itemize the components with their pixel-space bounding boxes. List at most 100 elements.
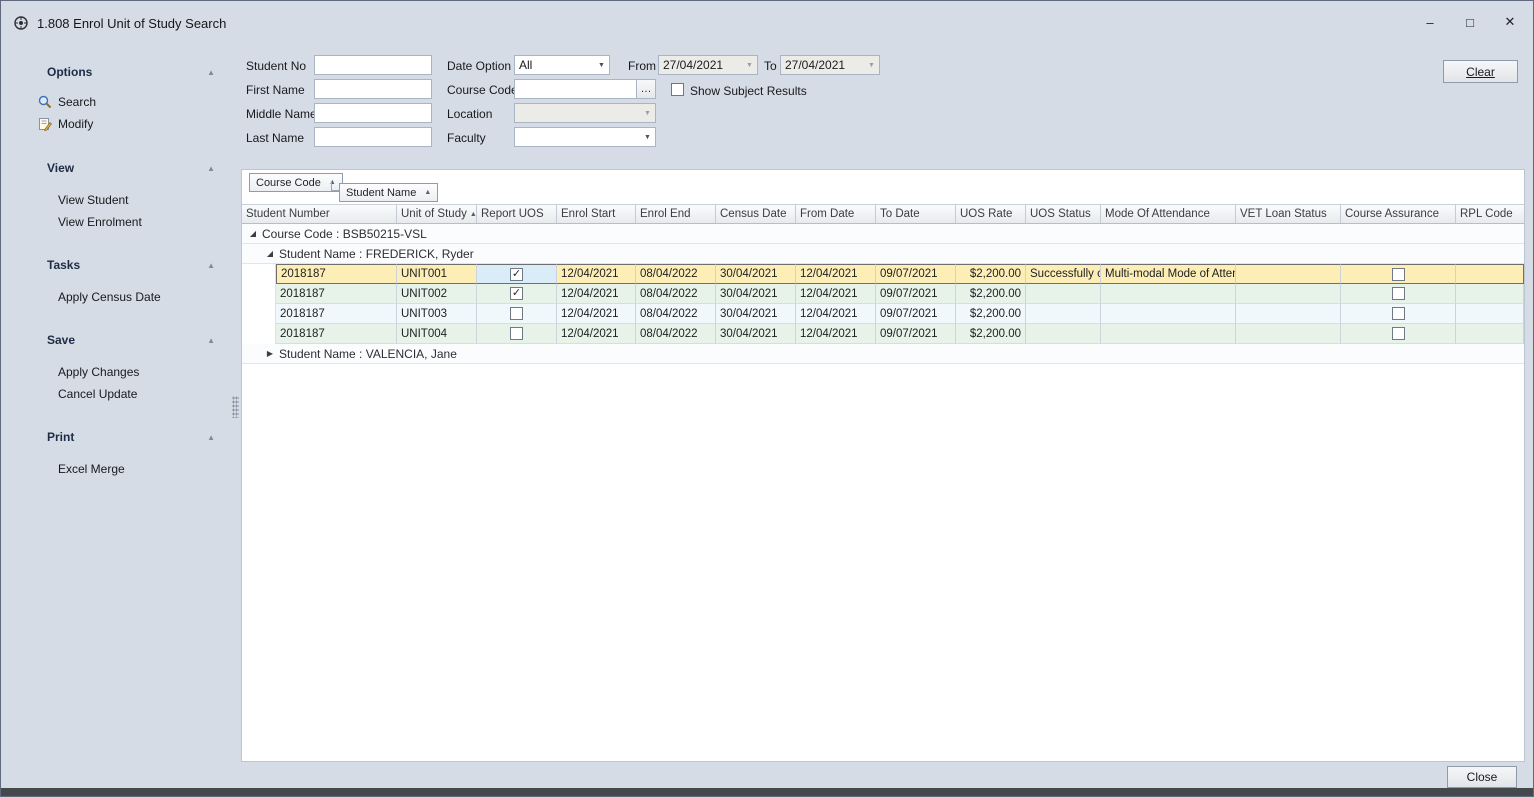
cell-enrol-start: 12/04/2021 — [557, 324, 636, 344]
maximize-button[interactable]: □ — [1459, 11, 1481, 33]
sidebar-item-excel-merge[interactable]: Excel Merge — [58, 460, 125, 478]
group-chip-student-name[interactable]: Student Name ▲ — [339, 183, 438, 202]
column-header-from-date[interactable]: From Date — [796, 205, 876, 223]
search-icon — [37, 94, 53, 110]
group-chip-course-code[interactable]: Course Code ▲ — [249, 173, 343, 192]
column-header-rpl-code[interactable]: RPL Code — [1456, 205, 1524, 223]
sidebar-item-view-student[interactable]: View Student — [58, 191, 129, 209]
collapse-icon[interactable]: ▲ — [207, 336, 215, 345]
group-row-label: Student Name : VALENCIA, Jane — [279, 347, 457, 361]
column-header-vet-loan-status[interactable]: VET Loan Status — [1236, 205, 1341, 223]
date-option-select[interactable]: All ▼ — [514, 55, 610, 75]
first-name-input[interactable] — [314, 79, 432, 99]
last-name-input[interactable] — [314, 127, 432, 147]
table-row[interactable]: 2018187UNIT00312/04/202108/04/202230/04/… — [242, 304, 1524, 324]
sidebar-item-cancel-update[interactable]: Cancel Update — [58, 385, 137, 403]
column-header-course-assurance[interactable]: Course Assurance — [1341, 205, 1456, 223]
sidebar-item-apply-census-date[interactable]: Apply Census Date — [58, 288, 161, 306]
report-uos-checkbox[interactable]: ✓ — [510, 268, 523, 281]
section-header-print[interactable]: Print ▲ — [47, 428, 215, 446]
cell-student-number: 2018187 — [276, 324, 397, 344]
cell-report-uos: ✓ — [477, 284, 557, 304]
column-header-uos-rate[interactable]: UOS Rate — [956, 205, 1026, 223]
group-indent — [242, 353, 264, 354]
cell-unit-of-study: UNIT004 — [397, 324, 477, 344]
course-code-lookup-button[interactable]: … — [636, 80, 655, 98]
group-row[interactable]: ◢Course Code : BSB50215-VSL — [242, 224, 1524, 244]
collapsed-icon[interactable]: ▶ — [264, 349, 276, 358]
group-by-area: Course Code ▲ Student Name ▲ — [242, 170, 1524, 204]
section-header-options[interactable]: Options ▲ — [47, 63, 215, 81]
column-header-uos-status[interactable]: UOS Status — [1026, 205, 1101, 223]
collapse-icon[interactable]: ▲ — [207, 261, 215, 270]
column-header-enrol-end[interactable]: Enrol End — [636, 205, 716, 223]
student-no-label: Student No — [246, 59, 306, 75]
column-header-label: Enrol Start — [561, 208, 615, 220]
collapse-icon[interactable]: ▲ — [207, 164, 215, 173]
column-header-enrol-start[interactable]: Enrol Start — [557, 205, 636, 223]
section-header-tasks[interactable]: Tasks ▲ — [47, 256, 215, 274]
close-button[interactable]: Close — [1447, 766, 1517, 788]
collapse-icon[interactable]: ▲ — [207, 433, 215, 442]
cell-enrol-end: 08/04/2022 — [636, 304, 716, 324]
sidebar-item-view-enrolment[interactable]: View Enrolment — [58, 213, 142, 231]
modify-icon — [37, 116, 53, 132]
column-header-mode-of-attendance[interactable]: Mode Of Attendance — [1101, 205, 1236, 223]
collapse-icon[interactable]: ▲ — [207, 68, 215, 77]
report-uos-checkbox[interactable] — [510, 327, 523, 340]
first-name-label: First Name — [246, 83, 305, 99]
to-date-input: 27/04/2021 ▼ — [780, 55, 880, 75]
cell-to-date: 09/07/2021 — [876, 284, 956, 304]
chevron-down-icon[interactable]: ▼ — [594, 62, 609, 69]
sidebar-item-apply-changes[interactable]: Apply Changes — [58, 363, 139, 381]
middle-name-input[interactable] — [314, 103, 432, 123]
report-uos-checkbox[interactable] — [510, 307, 523, 320]
course-assurance-checkbox[interactable] — [1392, 327, 1405, 340]
expanded-icon[interactable]: ◢ — [247, 229, 259, 238]
table-row[interactable]: 2018187UNIT00412/04/202108/04/202230/04/… — [242, 324, 1524, 344]
column-header-to-date[interactable]: To Date — [876, 205, 956, 223]
course-assurance-checkbox[interactable] — [1392, 287, 1405, 300]
column-header-report-uos[interactable]: Report UOS — [477, 205, 557, 223]
show-subject-results-checkbox[interactable] — [671, 83, 684, 96]
table-row[interactable]: 2018187UNIT001✓12/04/202108/04/202230/04… — [242, 264, 1524, 284]
course-code-input[interactable]: … — [514, 79, 656, 99]
cell-enrol-end: 08/04/2022 — [636, 284, 716, 304]
group-chip-label: Course Code — [256, 177, 321, 189]
sidebar-item-modify[interactable]: Modify — [37, 115, 93, 133]
cell-uos-status — [1026, 304, 1101, 324]
group-indent — [242, 253, 264, 254]
group-row[interactable]: ◢Student Name : FREDERICK, Ryder — [242, 244, 1524, 264]
column-header-student-number[interactable]: Student Number — [242, 205, 397, 223]
splitter-handle[interactable] — [232, 396, 239, 418]
grid-body: ◢Course Code : BSB50215-VSL◢Student Name… — [242, 224, 1524, 364]
sidebar-item-search[interactable]: Search — [37, 93, 96, 111]
faculty-select[interactable]: ▼ — [514, 127, 656, 147]
cell-unit-of-study: UNIT003 — [397, 304, 477, 324]
section-header-view[interactable]: View ▲ — [47, 159, 215, 177]
column-header-label: Unit of Study — [401, 208, 467, 220]
sort-asc-icon[interactable]: ▲ — [424, 189, 431, 196]
sidebar-item-label: Excel Merge — [58, 462, 125, 476]
chevron-down-icon[interactable]: ▼ — [640, 134, 655, 141]
group-row[interactable]: ▶Student Name : VALENCIA, Jane — [242, 344, 1524, 364]
last-name-label: Last Name — [246, 131, 304, 147]
section-header-save[interactable]: Save ▲ — [47, 331, 215, 349]
cell-course-assurance — [1341, 324, 1456, 344]
group-row-label: Student Name : FREDERICK, Ryder — [279, 247, 474, 261]
cell-uos-status: Successfully co — [1026, 264, 1101, 284]
minimize-button[interactable]: – — [1419, 11, 1441, 33]
student-no-input[interactable] — [314, 55, 432, 75]
close-window-button[interactable]: ✕ — [1499, 11, 1521, 33]
table-row[interactable]: 2018187UNIT002✓12/04/202108/04/202230/04… — [242, 284, 1524, 304]
report-uos-checkbox[interactable]: ✓ — [510, 287, 523, 300]
cell-unit-of-study: UNIT001 — [397, 264, 477, 284]
course-assurance-checkbox[interactable] — [1392, 307, 1405, 320]
column-header-census-date[interactable]: Census Date — [716, 205, 796, 223]
course-assurance-checkbox[interactable] — [1392, 268, 1405, 281]
column-header-unit-of-study[interactable]: Unit of Study▲ — [397, 205, 477, 223]
clear-button[interactable]: Clear — [1443, 60, 1518, 83]
location-label: Location — [447, 107, 492, 123]
row-indent — [242, 284, 276, 304]
expanded-icon[interactable]: ◢ — [264, 249, 276, 258]
